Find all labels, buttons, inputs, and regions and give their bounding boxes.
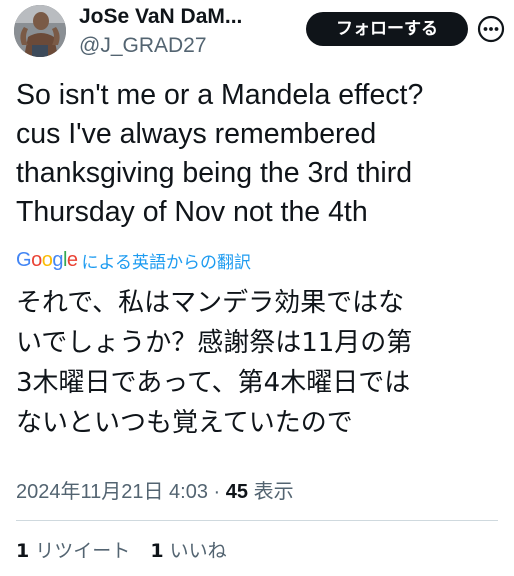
google-logo-letter: o	[31, 249, 42, 271]
tweet-meta: 2024年11月21日 4:03 · 45 表示	[16, 479, 294, 505]
google-logo: Google	[16, 248, 78, 272]
engagement-stats: 1 リツイート 1 いいね	[16, 537, 227, 565]
user-handle[interactable]: @J_GRAD27	[79, 33, 242, 59]
display-name[interactable]: JoSe VaN DaM...	[79, 4, 242, 30]
timestamp[interactable]: 2024年11月21日 4:03	[16, 481, 208, 503]
google-logo-letter: G	[16, 249, 32, 271]
retweets-label[interactable]: リツイート	[35, 540, 130, 562]
meta-separator: ·	[213, 481, 221, 503]
avatar-photo	[14, 5, 66, 57]
likes-count[interactable]: 1	[150, 540, 163, 562]
translation-attribution[interactable]: Google による英語からの翻訳	[16, 247, 251, 273]
avatar[interactable]	[14, 5, 66, 57]
views-label: 表示	[253, 481, 294, 503]
likes-label[interactable]: いいね	[170, 540, 227, 562]
translate-label[interactable]: による英語からの翻訳	[82, 248, 252, 273]
tweet-text: So isn't me or a Mandela effect? cus I'v…	[16, 79, 424, 228]
follow-button[interactable]: フォローする	[306, 12, 468, 46]
google-logo-letter: e	[66, 249, 78, 271]
more-circle-icon[interactable]	[474, 14, 508, 44]
views-count: 45	[225, 481, 249, 503]
google-logo-letter: g	[52, 249, 63, 271]
user-info[interactable]: JoSe VaN DaM... @J_GRAD27	[79, 4, 242, 59]
google-logo-letter: o	[41, 249, 53, 271]
tweet-header: JoSe VaN DaM... @J_GRAD27 フォローする	[0, 0, 514, 70]
retweets-count[interactable]: 1	[16, 540, 29, 562]
divider	[16, 520, 498, 521]
translated-text: それで、私はマンデラ効果ではな いでしょうか？感謝祭は11月の第 3木曜日であっ…	[16, 288, 413, 438]
